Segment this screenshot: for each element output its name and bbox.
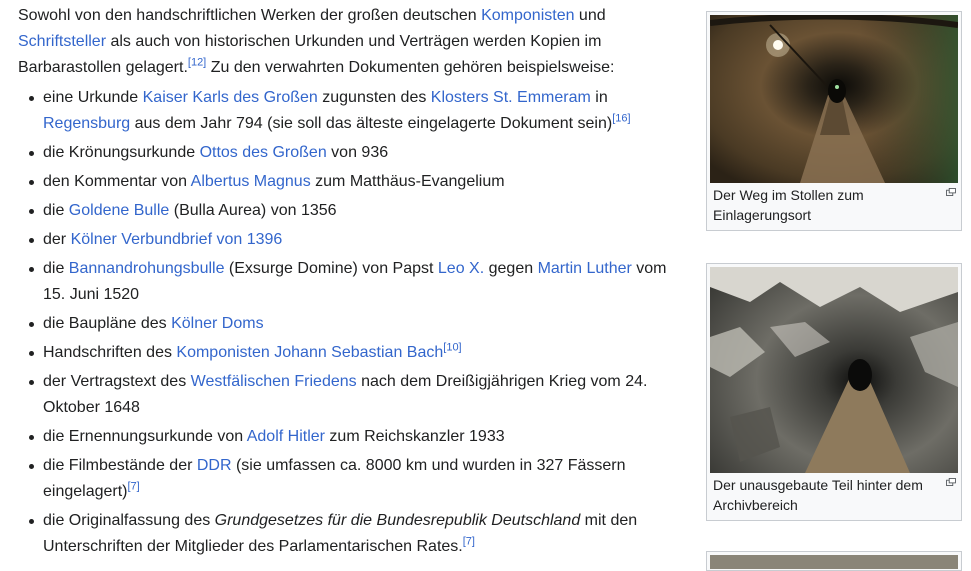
item-text: den Kommentar von [43,173,191,190]
item-text: (Exsurge Domine) von Papst [224,260,438,277]
wiki-link[interactable]: Klosters St. Emmeram [431,89,591,106]
reference-link[interactable]: [16] [612,113,630,125]
item-text: die Originalfassung des [43,512,215,529]
bullet-icon [29,351,34,356]
list-item: die Filmbestände der DDR (sie umfassen c… [18,453,680,505]
intro-text: Zu den verwahrten Dokumenten gehören bei… [206,59,615,76]
enlarge-icon[interactable] [946,188,956,196]
wiki-link[interactable]: Martin Luther [538,260,632,277]
bullet-icon [29,151,34,156]
reference-link[interactable]: [7] [128,481,140,493]
thumbnail-stollen-weg: Der Weg im Stollen zum Einlagerungsort [706,11,962,231]
italic-title: Grundgesetzes für die Bundesrepublik Deu… [214,512,581,529]
wiki-link[interactable]: DDR [197,457,232,474]
item-text: in [590,89,608,106]
item-text: die Filmbestände der [43,457,197,474]
article-content: Sowohl von den handschriftlichen Werken … [18,3,680,563]
wiki-link[interactable]: Bannandrohungsbulle [69,260,225,277]
item-text: die [43,260,69,277]
reference-link[interactable]: [10] [443,342,461,354]
document-list: eine Urkunde Kaiser Karls des Großen zug… [18,85,680,560]
list-item: die Ernennungsurkunde von Adolf Hitler z… [18,424,680,450]
wiki-link[interactable]: Goldene Bulle [69,202,170,219]
wiki-link[interactable]: Kölner Doms [171,315,263,332]
reference-12[interactable]: [12] [188,57,206,69]
list-item: die Originalfassung des Grundgesetzes fü… [18,508,680,560]
item-text: aus dem Jahr 794 (sie soll das älteste e… [130,115,613,132]
list-item: der Vertragstext des Westfälischen Fried… [18,369,680,421]
bullet-icon [29,322,34,327]
wiki-link[interactable]: Regensburg [43,115,130,132]
bullet-icon [29,519,34,524]
reference-link[interactable]: [7] [463,536,475,548]
list-item: die Krönungsurkunde Ottos des Großen von… [18,140,680,166]
item-text: die [43,202,69,219]
intro-paragraph: Sowohl von den handschriftlichen Werken … [18,3,680,81]
item-text: gegen [484,260,538,277]
intro-text: und [574,7,606,24]
list-item: die Baupläne des Kölner Doms [18,311,680,337]
wiki-link[interactable]: Albertus Magnus [191,173,311,190]
thumbnail-unausgebaut: Der unausgebaute Teil hinter dem Archivb… [706,263,962,521]
bullet-icon [29,180,34,185]
wiki-link[interactable]: Kölner Verbundbrief von 1396 [71,231,283,248]
list-item: eine Urkunde Kaiser Karls des Großen zug… [18,85,680,137]
item-text: der [43,231,71,248]
item-text: (Bulla Aurea) von 1356 [169,202,337,219]
item-text: Handschriften des [43,344,177,361]
bullet-icon [29,238,34,243]
bullet-icon [29,435,34,440]
thumbnail-next [706,551,962,571]
item-text: die Krönungsurkunde [43,144,200,161]
tunnel-path-image[interactable] [710,15,958,183]
rough-tunnel-image[interactable] [710,267,958,473]
enlarge-icon[interactable] [946,478,956,486]
item-text: von 936 [326,144,389,161]
wiki-link[interactable]: Ottos des Großen [200,144,327,161]
wiki-link[interactable]: Leo X. [438,260,484,277]
item-text: eine Urkunde [43,89,143,106]
list-item: der Kölner Verbundbrief von 1396 [18,227,680,253]
bullet-icon [29,96,34,101]
wiki-link[interactable]: Kaiser Karls des Großen [143,89,318,106]
link-komponisten[interactable]: Komponisten [481,7,574,24]
thumbnail-caption: Der unausgebaute Teil hinter dem Archivb… [710,473,958,517]
bullet-icon [29,209,34,214]
list-item: die Goldene Bulle (Bulla Aurea) von 1356 [18,198,680,224]
item-text: zugunsten des [317,89,431,106]
wiki-link[interactable]: Westfälischen Friedens [191,373,357,390]
bullet-icon [29,267,34,272]
wiki-link[interactable]: Adolf Hitler [247,428,325,445]
item-text: der Vertragstext des [43,373,191,390]
item-text: die Baupläne des [43,315,172,332]
list-item: den Kommentar von Albertus Magnus zum Ma… [18,169,680,195]
list-item: die Bannandrohungsbulle (Exsurge Domine)… [18,256,680,308]
bullet-icon [29,464,34,469]
item-text: zum Matthäus-Evangelium [310,173,505,190]
list-item: Handschriften des Komponisten Johann Seb… [18,340,680,366]
bullet-icon [29,380,34,385]
wiki-link[interactable]: Komponisten Johann Sebastian Bach [176,344,443,361]
link-schriftsteller[interactable]: Schriftsteller [18,33,106,50]
item-text: die Ernennungsurkunde von [43,428,247,445]
item-text: zum Reichskanzler 1933 [324,428,505,445]
next-thumbnail-image[interactable] [710,555,958,569]
intro-text: Sowohl von den handschriftlichen Werken … [18,7,482,24]
thumbnail-caption: Der Weg im Stollen zum Einlagerungsort [710,183,958,227]
